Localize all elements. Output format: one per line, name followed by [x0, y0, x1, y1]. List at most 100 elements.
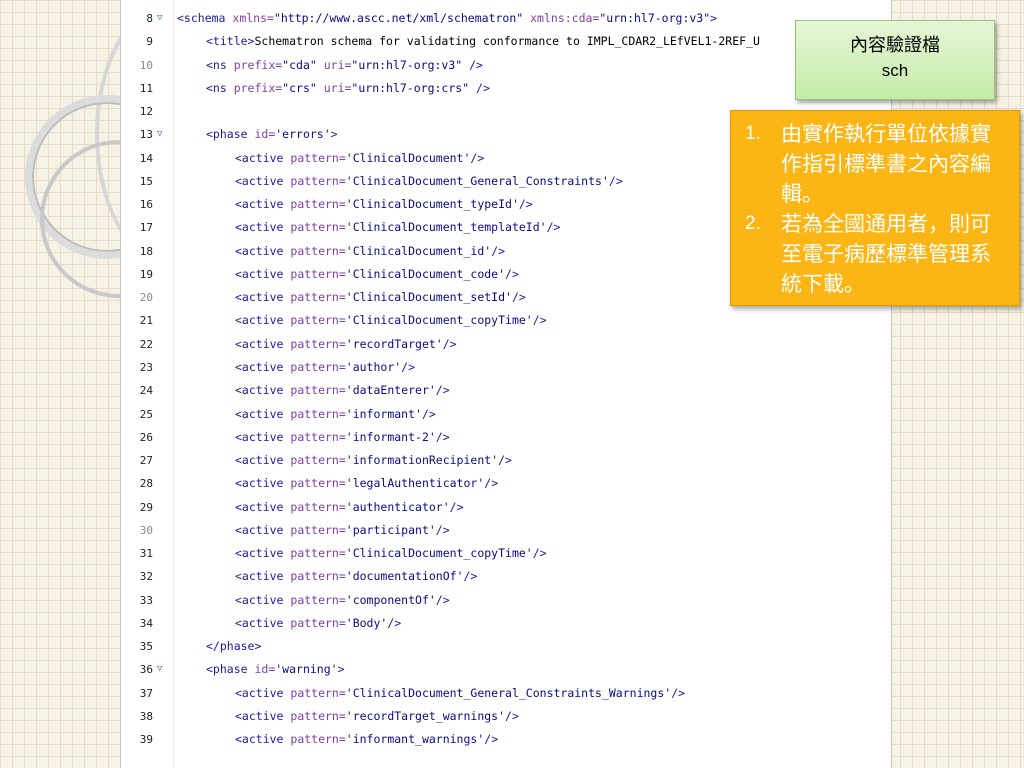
code-token: <schema — [177, 11, 233, 25]
code-content: <phase id='errors'> — [206, 123, 338, 146]
code-content: <active pattern='documentationOf'/> — [235, 565, 477, 588]
code-token: pattern= — [290, 476, 346, 491]
code-token: "http://www.ascc.net/xml/schematron" — [273, 11, 531, 25]
code-token: pattern= — [290, 615, 346, 630]
code-token: <phase — [206, 662, 255, 677]
code-line[interactable]: 24 <active pattern='dataEnterer'/> — [121, 379, 891, 402]
code-content: <ns prefix="crs" uri="urn:hl7-org:crs" /… — [206, 77, 490, 100]
fold-toggle-icon[interactable]: ▽ — [157, 123, 162, 146]
code-token: xmlns:cda= — [530, 11, 600, 25]
code-token: 'ClinicalDocument_templateId' — [345, 220, 547, 235]
code-line[interactable]: 28 <active pattern='legalAuthenticator'/> — [121, 472, 891, 495]
code-line[interactable]: 30 <active pattern='participant'/> — [121, 519, 891, 542]
code-token: /> — [470, 150, 485, 165]
code-token: pattern= — [290, 243, 346, 258]
code-line[interactable]: 23 <active pattern='author'/> — [121, 356, 891, 379]
line-number: 19 — [139, 267, 153, 281]
code-line[interactable]: 22 <active pattern='recordTarget'/> — [121, 333, 891, 356]
code-token: id= — [254, 127, 276, 142]
code-token: 'recordTarget' — [345, 336, 443, 351]
code-token: /> — [505, 708, 519, 723]
code-token: 'dataEnterer' — [345, 383, 436, 398]
code-token: pattern= — [290, 522, 346, 537]
code-token: 'documentationOf' — [345, 569, 464, 584]
note-number: 2. — [745, 213, 761, 234]
code-token: <active — [235, 173, 291, 188]
code-token: pattern= — [290, 290, 346, 305]
code-token: 'informant' — [345, 406, 422, 421]
code-token: <active — [235, 453, 291, 468]
code-token: /> — [469, 57, 483, 72]
fold-toggle-icon[interactable]: ▽ — [157, 7, 162, 30]
code-content: <active pattern='recordTarget'/> — [235, 333, 457, 356]
code-token: /> — [435, 522, 450, 537]
code-line[interactable]: 37 <active pattern='ClinicalDocument_Gene… — [121, 682, 891, 705]
code-token: /> — [463, 569, 478, 584]
code-line[interactable]: 29 <active pattern='authenticator'/> — [121, 496, 891, 519]
code-line[interactable]: 26 <active pattern='informant-2'/> — [121, 426, 891, 449]
line-number: 37 — [139, 686, 153, 700]
code-content: <active pattern='ClinicalDocument_id'/> — [235, 240, 505, 263]
code-line[interactable]: 21 <active pattern='ClinicalDocument_copy… — [121, 309, 891, 332]
code-token: /> — [511, 290, 526, 305]
code-line[interactable]: 25 <active pattern='informant'/> — [121, 403, 891, 426]
code-line[interactable]: 8 ▽ <schema xmlns="http://www.ascc.net/xml… — [121, 7, 891, 30]
code-content: <active pattern='ClinicalDocument_templa… — [235, 216, 560, 239]
code-token: uri= — [323, 57, 352, 72]
code-token: /> — [449, 499, 464, 514]
code-line[interactable]: 35 </phase> — [121, 635, 891, 658]
code-content: <schema xmlns="http://www.ascc.net/xml/s… — [177, 7, 717, 30]
file-label-extension: sch — [881, 61, 909, 80]
line-number: 16 — [139, 198, 153, 212]
code-line[interactable]: 39 <active pattern='informant_warnings'/> — [121, 728, 891, 751]
code-token: <active — [235, 359, 291, 374]
code-token: <active — [235, 383, 291, 398]
code-line[interactable]: 38 <active pattern='recordTarget_warnings… — [121, 705, 891, 728]
code-line[interactable]: 27 <active pattern='informationRecipient'… — [121, 449, 891, 472]
code-content: </phase> — [206, 635, 261, 658]
code-token: /> — [505, 266, 519, 281]
code-content: <active pattern='ClinicalDocument_copyTi… — [235, 542, 547, 565]
code-line[interactable]: 11 <ns prefix="crs" uri="urn:hl7-org:crs"… — [121, 77, 891, 100]
code-token: <phase — [206, 127, 255, 142]
code-token: <active — [235, 220, 291, 235]
code-token: 'authenticator' — [345, 499, 450, 514]
code-token: 'informant_warnings' — [345, 732, 485, 747]
code-token: pattern= — [290, 150, 346, 165]
code-line[interactable]: 10 <ns prefix="cda" uri="urn:hl7-org:v3" … — [121, 54, 891, 77]
code-token: <active — [235, 290, 291, 305]
code-token: 'ClinicalDocument_id' — [345, 243, 492, 258]
code-content: <active pattern='author'/> — [235, 356, 415, 379]
code-token: /> — [546, 220, 561, 235]
code-content: <active pattern='ClinicalDocument'/> — [235, 147, 484, 170]
line-number: 25 — [139, 407, 153, 421]
code-token: <active — [235, 406, 291, 421]
code-token: pattern= — [290, 453, 346, 468]
code-content: <active pattern='informant-2'/> — [235, 426, 450, 449]
code-token: 'ClinicalDocument_copyTime' — [345, 313, 533, 328]
code-line[interactable]: 36 ▽ <phase id='warning'> — [121, 658, 891, 681]
code-token: /> — [401, 359, 416, 374]
notes-list: 1. 由實作執行單位依據實作指引標準書之內容編輯。 2. 若為全國通用者，則可至… — [737, 119, 1011, 299]
code-line[interactable]: 34 <active pattern='Body'/> — [121, 612, 891, 635]
code-token: 'informant-2' — [345, 429, 436, 444]
code-token: <active — [235, 732, 291, 747]
line-number: 11 — [139, 81, 153, 95]
line-number: 9 — [146, 35, 153, 49]
code-line[interactable]: 9 <title>Schematron schema for validating… — [121, 30, 891, 53]
note-number: 1. — [745, 123, 761, 144]
code-line[interactable]: 31 <active pattern='ClinicalDocument_copy… — [121, 542, 891, 565]
code-content: <active pattern='Body'/> — [235, 612, 401, 635]
code-token: <active — [235, 336, 291, 351]
note-item: 1. 由實作執行單位依據實作指引標準書之內容編輯。 — [737, 119, 1011, 209]
code-token: <active — [235, 569, 291, 584]
code-line[interactable]: 32 <active pattern='documentationOf'/> — [121, 565, 891, 588]
line-number: 10 — [139, 58, 153, 72]
code-token: pattern= — [290, 220, 346, 235]
code-content: <active pattern='componentOf'/> — [235, 589, 450, 612]
code-line[interactable]: 33 <active pattern='componentOf'/> — [121, 589, 891, 612]
fold-toggle-icon[interactable]: ▽ — [157, 658, 162, 681]
code-token: <active — [235, 429, 291, 444]
code-token: /> — [387, 615, 402, 630]
code-content: <active pattern='legalAuthenticator'/> — [235, 472, 498, 495]
